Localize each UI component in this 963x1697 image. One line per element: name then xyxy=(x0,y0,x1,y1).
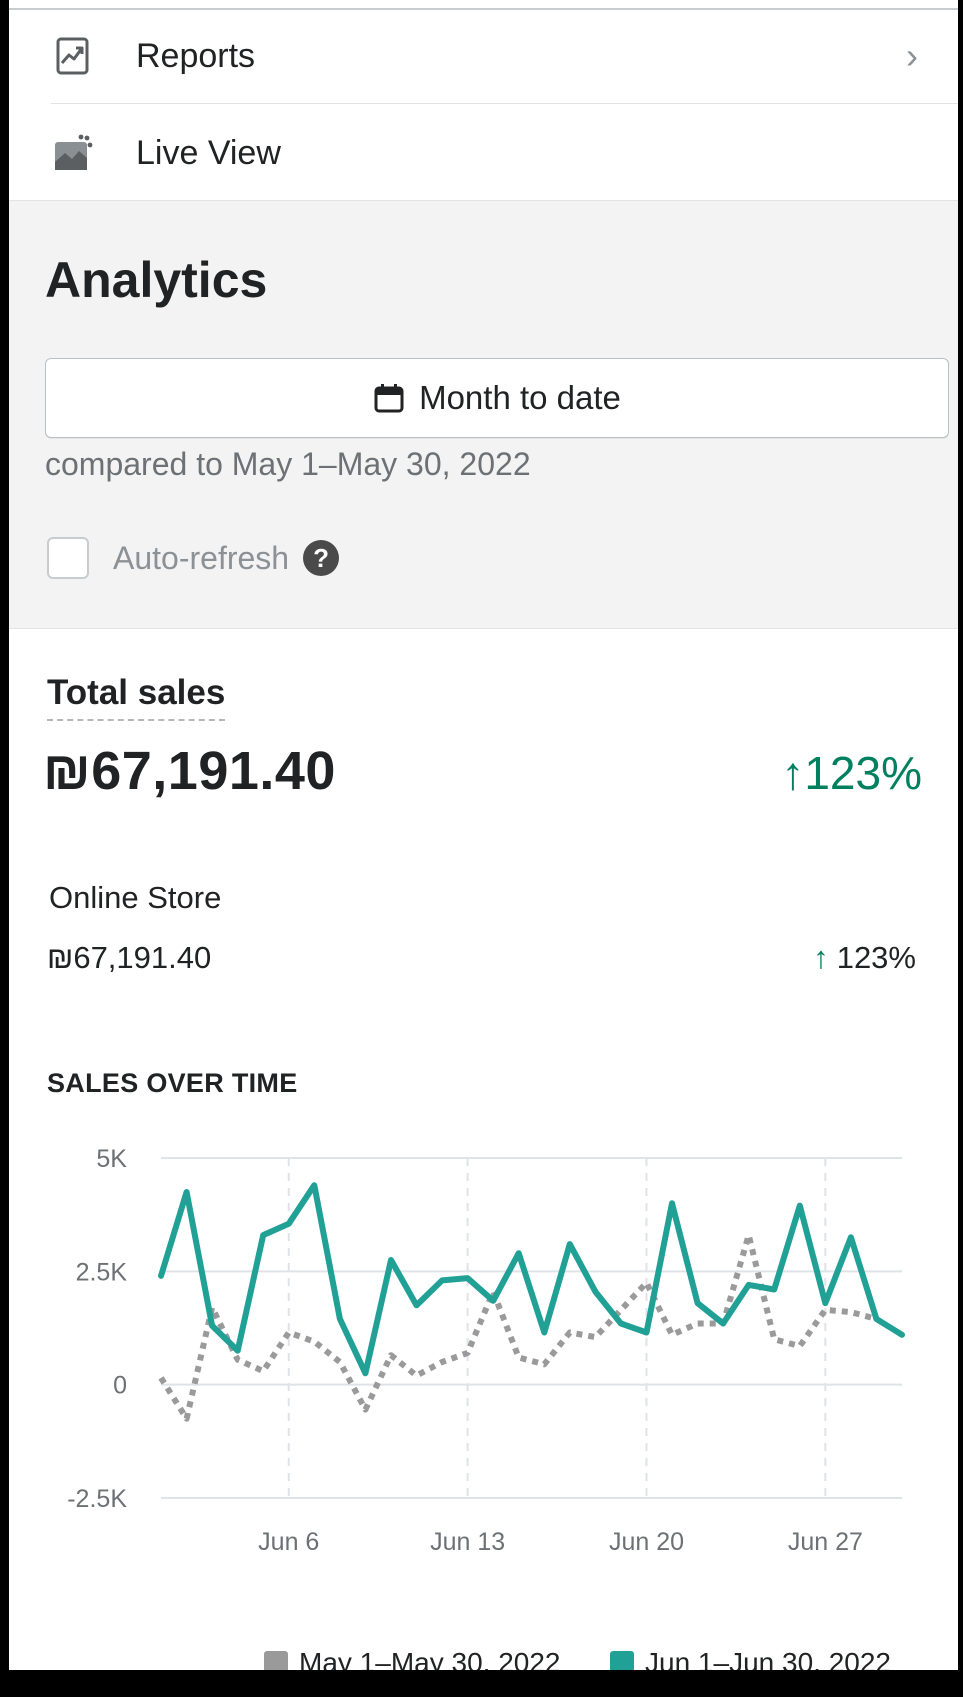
legend-label-current: Jun 1–Jun 30, 2022 xyxy=(645,1647,891,1670)
x-tick-label: Jun 20 xyxy=(609,1528,684,1556)
auto-refresh-checkbox[interactable] xyxy=(47,537,89,579)
channel-change: ↑ 123% xyxy=(813,940,916,976)
channel-value: ₪67,191.40 xyxy=(47,940,212,975)
live-view-icon xyxy=(55,134,93,170)
auto-refresh-row: Auto-refresh ? xyxy=(47,537,340,579)
total-sales-change: ↑123% xyxy=(781,746,922,800)
legend-label-previous: May 1–May 30, 2022 xyxy=(299,1647,561,1670)
arrow-up-icon: ↑ xyxy=(781,747,805,799)
sales-over-time-title: SALES OVER TIME xyxy=(47,1068,298,1098)
date-range-button[interactable]: Month to date xyxy=(45,358,949,438)
help-icon[interactable]: ? xyxy=(303,540,340,576)
chart-legend: May 1–May 30, 2022 Jun 1–Jun 30, 2022 xyxy=(9,1641,958,1670)
nav-item-live-view-label: Live View xyxy=(136,133,281,172)
total-sales-label[interactable]: Total sales xyxy=(47,673,226,721)
date-range-label: Month to date xyxy=(419,379,621,416)
y-tick-label: 2.5K xyxy=(76,1258,128,1286)
x-tick-label: Jun 13 xyxy=(430,1528,505,1556)
legend-swatch-previous xyxy=(264,1651,288,1670)
chevron-right-icon: › xyxy=(906,35,918,76)
calendar-icon xyxy=(374,384,404,413)
total-sales-change-value: 123% xyxy=(804,747,922,799)
nav-divider xyxy=(51,103,958,104)
nav-item-live-view[interactable]: Live View xyxy=(9,105,958,201)
y-tick-label: 0 xyxy=(113,1372,127,1400)
nav-item-reports[interactable]: Reports › xyxy=(9,8,958,104)
channel-change-value: 123% xyxy=(836,940,916,975)
x-tick-label: Jun 6 xyxy=(258,1528,319,1556)
nav-item-reports-label: Reports xyxy=(136,36,256,75)
x-tick-label: Jun 27 xyxy=(788,1528,863,1556)
sales-over-time-chart: 5K 2.5K 0 -2.5K Jun 6 Jun 13 Jun 20 Jun 27 xyxy=(67,1145,905,1556)
page-title: Analytics xyxy=(45,252,268,308)
comparison-text: compared to May 1–May 30, 2022 xyxy=(45,446,531,482)
analytics-header: Analytics Month to date compared to May … xyxy=(9,200,958,629)
y-tick-label: 5K xyxy=(96,1145,127,1173)
reports-icon xyxy=(56,37,89,75)
bottom-bar xyxy=(0,1670,963,1697)
arrow-up-icon: ↑ xyxy=(813,940,829,975)
auto-refresh-label: Auto-refresh xyxy=(113,539,290,576)
legend-swatch-current xyxy=(610,1651,634,1670)
y-tick-label: -2.5K xyxy=(67,1485,127,1513)
total-sales-value: ₪67,191.40 xyxy=(43,741,336,801)
channel-name: Online Store xyxy=(49,880,222,915)
app-frame: Reports › Live View Analytics Month to d… xyxy=(9,0,958,1670)
